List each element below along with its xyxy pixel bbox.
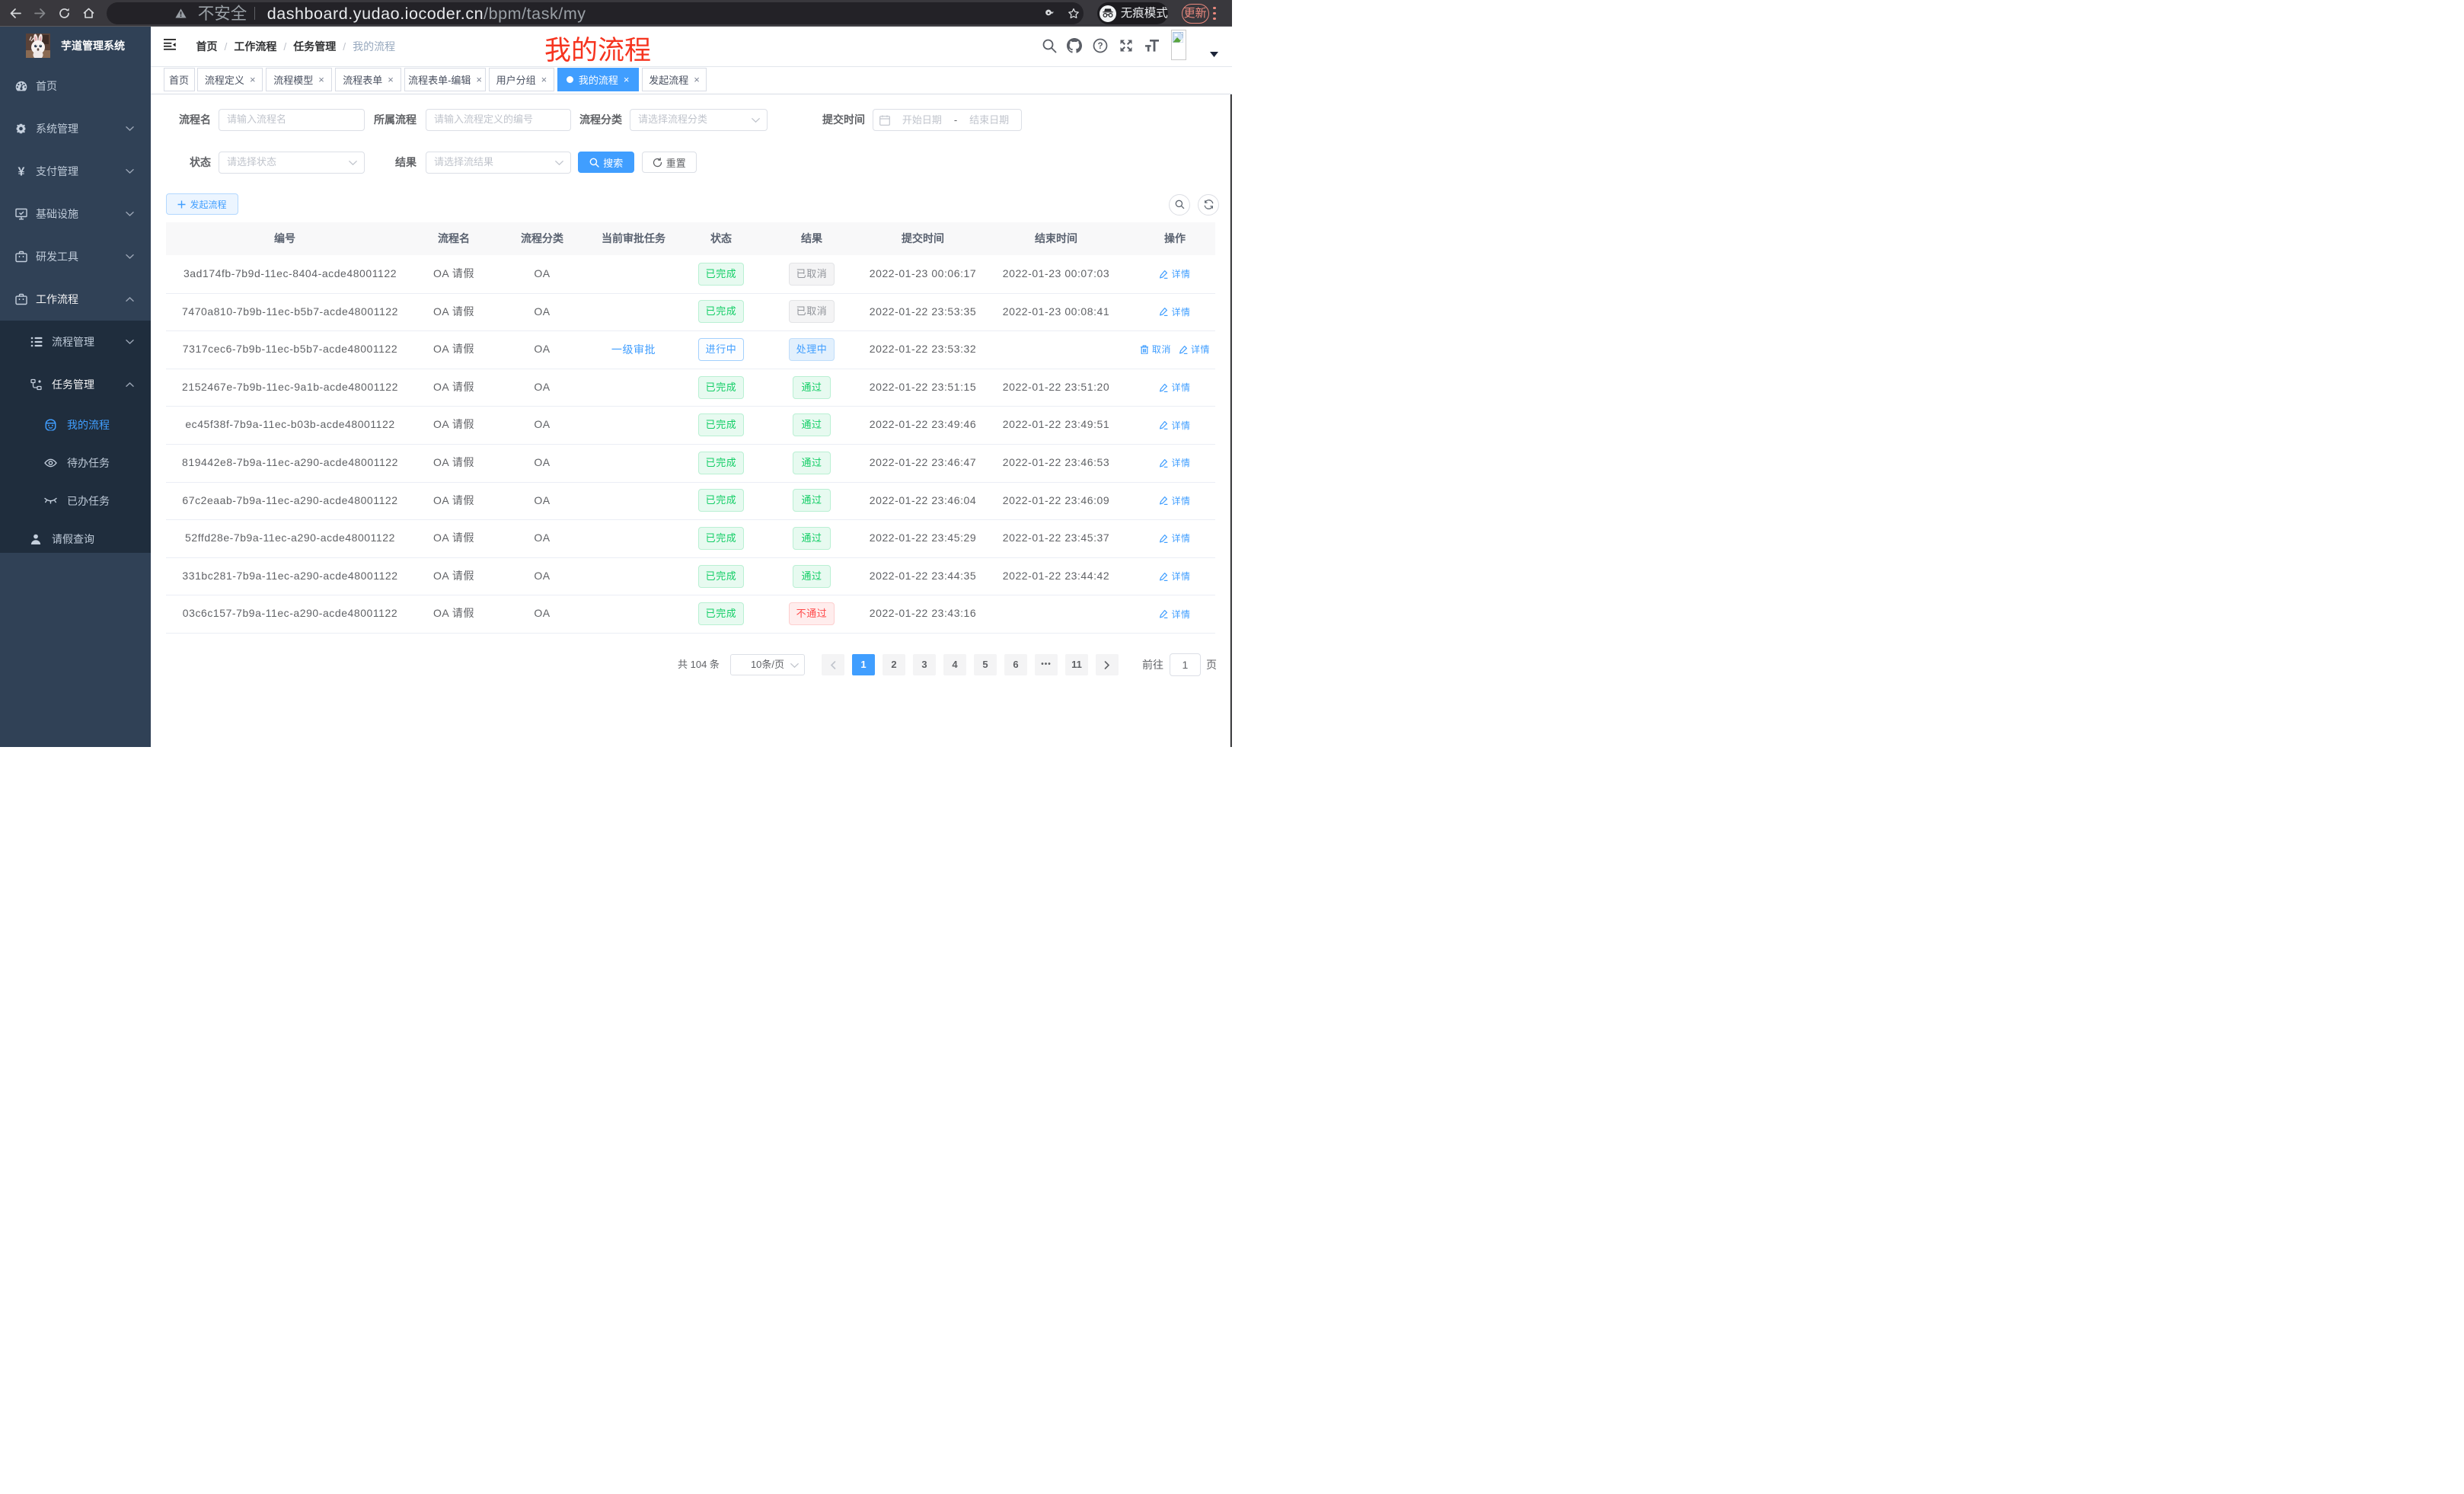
- svg-text:?: ?: [1097, 42, 1103, 51]
- svg-text:¥: ¥: [18, 166, 25, 177]
